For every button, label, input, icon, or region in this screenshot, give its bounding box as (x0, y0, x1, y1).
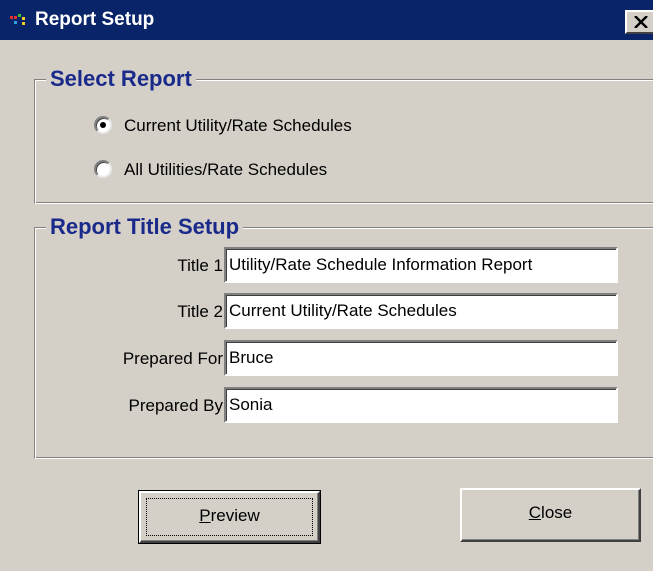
title-bar[interactable]: Report Setup (0, 0, 653, 40)
prepared-by-label: Prepared By (128, 396, 224, 415)
radio-label: All Utilities/Rate Schedules (124, 160, 328, 179)
radio-selected-dot (100, 122, 106, 128)
prepared-for-label: Prepared For (122, 349, 223, 368)
select-report-legend: Select Report (46, 66, 196, 92)
title-1-label: Title 1 (177, 256, 223, 275)
title-2-label: Title 2 (177, 302, 223, 321)
select-report-group (34, 79, 653, 204)
title-2-field[interactable] (224, 293, 618, 329)
close-button-label: Close (528, 503, 573, 522)
report-setup-dialog: Report Setup Select Report Current Utili… (0, 0, 653, 571)
app-icon (10, 14, 25, 25)
radio-all-schedules[interactable]: All Utilities/Rate Schedules (94, 158, 424, 182)
prepared-for-field[interactable] (224, 340, 618, 376)
radio-label: Current Utility/Rate Schedules (124, 116, 352, 135)
radio-button[interactable] (94, 116, 112, 134)
preview-button-label: Preview (199, 506, 260, 525)
preview-button[interactable]: Preview (138, 490, 321, 544)
radio-button[interactable] (94, 160, 112, 178)
radio-current-schedules[interactable]: Current Utility/Rate Schedules (94, 114, 424, 138)
title-1-field[interactable] (224, 247, 618, 283)
close-button[interactable]: Close (460, 488, 641, 542)
prepared-by-field[interactable] (224, 387, 618, 423)
close-window-button[interactable] (625, 10, 653, 34)
window-title: Report Setup (35, 9, 155, 30)
report-title-setup-legend: Report Title Setup (46, 214, 244, 240)
close-icon (634, 16, 648, 28)
